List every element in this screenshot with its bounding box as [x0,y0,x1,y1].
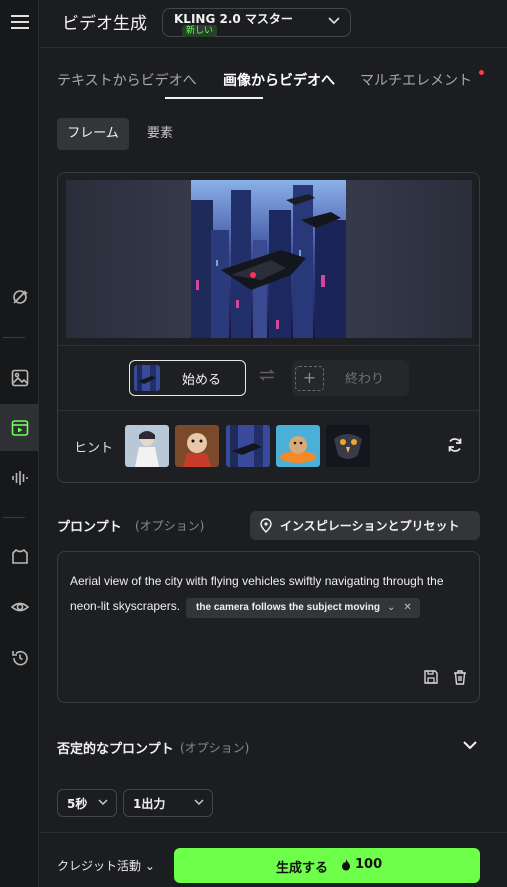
history-icon[interactable] [0,638,39,678]
page-title: ビデオ生成 [62,14,147,34]
end-frame-label: 終わり [345,372,385,387]
start-frame-button[interactable]: 始める [129,360,246,396]
model-select[interactable]: KLING 2.0 マスター 新しい [162,8,351,37]
duration-value: 5秒 [67,797,88,811]
negative-prompt-label: 否定的なプロンプト [57,742,174,757]
chevron-down-icon: ⌄ [144,859,155,873]
prompt-optional: (オプション) [135,519,205,533]
active-tab-indicator [165,97,263,99]
generate-cost: 100 [355,857,383,872]
card-divider [58,345,479,346]
subtab-frame[interactable]: フレーム [57,118,129,150]
hint-thumbnail[interactable] [276,425,320,467]
end-frame-button[interactable]: + 終わり [292,360,409,396]
hint-thumbnail[interactable] [175,425,219,467]
header: ビデオ生成 KLING 2.0 マスター 新しい [40,0,507,48]
frame-card: 始める + 終わり ヒント [57,172,480,483]
rail-divider [3,517,25,518]
hint-label: ヒント [74,441,114,456]
card-divider [58,410,479,411]
mode-tabs: テキストからビデオへ 画像からビデオへ マルチエレメント [40,70,507,102]
inspiration-presets-label: インスピレーションとプリセット [280,519,460,533]
duration-select[interactable]: 5秒 [57,789,117,817]
chevron-down-icon[interactable]: ⌄ [387,602,395,613]
refresh-icon[interactable] [447,437,463,453]
close-icon[interactable]: ✕ [403,602,411,613]
image-preview[interactable] [66,180,472,338]
hint-thumbnail[interactable] [326,425,370,467]
prompt-content[interactable]: Aerial view of the city with flying vehi… [70,569,472,619]
outputs-select[interactable]: 1出力 [123,789,213,817]
eye-icon[interactable] [0,587,39,627]
credit-activity-label: クレジット活動 [57,859,142,873]
new-badge: 新しい [182,25,218,37]
main-panel: ビデオ生成 KLING 2.0 マスター 新しい テキストからビデオへ 画像から… [40,0,507,887]
chevron-down-icon [98,799,108,805]
subtab-elements[interactable]: 要素 [147,118,173,150]
credit-activity-menu[interactable]: クレジット活動 ⌄ [57,857,155,874]
negative-prompt-optional: (オプション) [180,741,250,755]
camera-movement-chip[interactable]: the camera follows the subject moving ⌄ ✕ [186,598,420,618]
hint-thumbnail[interactable] [125,425,169,467]
rail-divider [3,337,25,338]
swap-icon[interactable] [259,369,275,381]
chevron-down-icon [194,799,204,805]
generate-label: 生成する [276,861,329,876]
notification-dot [479,70,484,75]
outputs-value: 1出力 [133,797,166,811]
hamburger-menu-icon[interactable] [0,2,39,42]
video-icon[interactable] [0,404,39,451]
chevron-down-icon[interactable] [463,741,477,750]
shirt-icon[interactable] [0,537,39,577]
prompt-textarea[interactable]: Aerial view of the city with flying vehi… [57,551,480,703]
tab-image-to-video[interactable]: 画像からビデオへ [223,70,335,90]
flame-icon [342,859,350,871]
start-frame-label: 始める [182,373,222,388]
camera-chip-label: the camera follows the subject moving [196,602,380,613]
footer-bar: クレジット活動 ⌄ 生成する 100 [40,832,507,887]
generate-button[interactable]: 生成する 100 [174,848,480,883]
tab-text-to-video[interactable]: テキストからビデオへ [57,70,197,90]
save-icon[interactable] [423,669,439,685]
left-rail [0,0,39,887]
tab-multi-element[interactable]: マルチエレメント [360,70,472,90]
inspiration-presets-button[interactable]: インスピレーションとプリセット [250,511,480,540]
audio-wave-icon[interactable] [0,458,39,498]
prompt-label: プロンプト [57,520,122,535]
image-icon[interactable] [0,358,39,398]
trash-icon[interactable] [452,669,468,685]
chevron-down-icon [328,17,340,25]
magic-image-icon[interactable] [0,277,39,317]
hint-thumbnail[interactable] [226,425,270,467]
uploaded-image [191,180,346,338]
add-end-frame-icon: + [295,366,324,391]
start-frame-thumbnail [134,365,160,391]
lightbulb-icon [260,518,272,533]
